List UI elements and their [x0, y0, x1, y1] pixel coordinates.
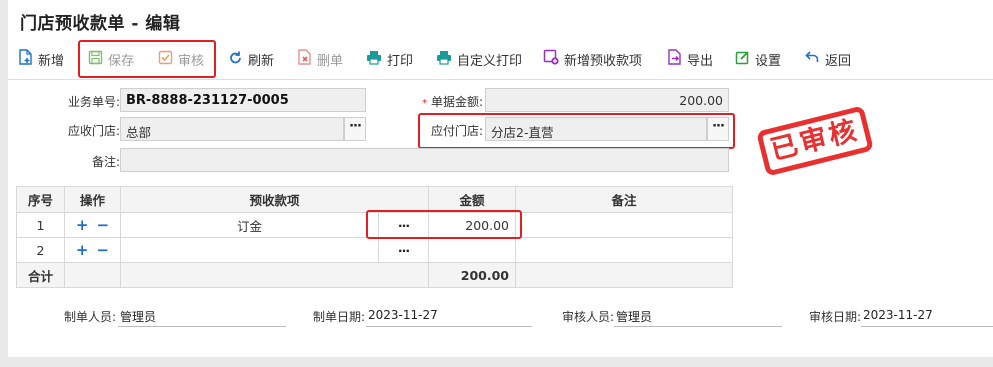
recv-store-field[interactable]: 总部 [120, 117, 344, 141]
add-item-icon [543, 49, 564, 69]
total-blank [120, 262, 429, 288]
refresh-button-label: 刷新 [248, 53, 275, 69]
custom-print-button-label: 自定义打印 [457, 53, 523, 69]
remark-label: 备注: [91, 155, 120, 169]
pay-store-picker-button[interactable]: ··· [707, 117, 729, 141]
prepay-items-table: 序号 操作 预收款项 金额 备注 1 + − 订金 ··· 200.00 2 + −… [16, 186, 733, 288]
col-header-no: 序号 [16, 186, 65, 213]
add-prepay-item-button-label: 新增预收款项 [564, 53, 643, 69]
total-amount: 200.00 [428, 262, 516, 288]
add-button[interactable]: 新增 [18, 48, 64, 70]
recv-store-picker-button[interactable]: ··· [344, 117, 366, 141]
col-header-amount: 金额 [428, 186, 516, 213]
delete-doc-button[interactable]: 删单 [297, 48, 343, 70]
doc-no-field[interactable]: BR-8888-231127-0005 [120, 88, 366, 112]
remark-field[interactable] [120, 148, 729, 172]
export-icon [667, 49, 687, 69]
custom-print-button[interactable]: 自定义打印 [436, 48, 522, 70]
toolbar: 新增 保存 审核 刷新 删单 打印 自定义打印 新增预收款项 导出 设置 返回 [8, 38, 993, 80]
settings-icon [735, 50, 755, 69]
ellipsis-icon: ··· [397, 242, 410, 258]
print-icon [366, 50, 387, 69]
add-doc-icon [18, 49, 38, 69]
delete-doc-icon [297, 49, 317, 69]
table-total-row: 合计 200.00 [16, 262, 733, 288]
save-icon [88, 50, 108, 69]
col-header-op: 操作 [64, 186, 121, 213]
pay-store-label: 应付门店: [430, 124, 483, 138]
remove-row-icon[interactable]: − [97, 241, 110, 259]
delete-doc-button-label: 删单 [317, 53, 344, 69]
audit-icon [158, 50, 178, 69]
back-button-label: 返回 [825, 53, 852, 69]
make-date-field: 2023-11-27 [366, 305, 532, 327]
recv-store-label: 应收门店: [67, 124, 120, 138]
row-amount[interactable]: 200.00 [428, 212, 516, 238]
maker-field: 管理员 [118, 305, 286, 327]
audited-stamp: 已审核 [756, 105, 874, 177]
save-button-label: 保存 [108, 53, 135, 69]
remove-row-icon[interactable]: − [97, 216, 110, 234]
doc-no-label: 业务单号: [67, 95, 120, 109]
save-button[interactable]: 保存 [88, 48, 134, 70]
audit-button[interactable]: 审核 [158, 48, 204, 70]
total-blank [515, 262, 733, 288]
row-item-picker-button[interactable]: ··· [378, 237, 429, 263]
refresh-icon [228, 50, 248, 69]
add-row-icon[interactable]: + [76, 241, 89, 259]
auditor-label: 审核人员: [562, 310, 615, 324]
document-page: 门店预收款单 - 编辑 新增 保存 审核 刷新 删单 打印 自定义打印 新增预收… [8, 0, 993, 357]
row-no: 1 [16, 212, 65, 238]
maker-label: 制单人员: [64, 310, 117, 324]
total-label: 合计 [16, 262, 65, 288]
custom-print-icon [436, 50, 457, 69]
total-blank [64, 262, 121, 288]
add-button-label: 新增 [38, 53, 65, 69]
amount-label: * 单据金额: [413, 93, 483, 110]
table-row: 2 + − ··· [16, 237, 733, 263]
audit-button-label: 审核 [178, 53, 205, 69]
print-button[interactable]: 打印 [366, 48, 413, 70]
audit-date-field: 2023-11-27 [861, 305, 993, 327]
row-remark[interactable] [515, 237, 733, 263]
ellipsis-icon: ··· [397, 217, 410, 233]
table-header-row: 序号 操作 预收款项 金额 备注 [16, 186, 733, 213]
row-item-picker-button[interactable]: ··· [378, 212, 429, 238]
required-mark: * [422, 98, 428, 109]
col-header-item: 预收款项 [120, 186, 429, 213]
row-item[interactable] [120, 237, 379, 263]
row-amount[interactable] [428, 237, 516, 263]
back-icon [805, 50, 825, 68]
audit-date-label: 审核日期: [809, 310, 862, 324]
row-ops: + − [64, 212, 121, 238]
page-title: 门店预收款单 - 编辑 [20, 14, 181, 34]
add-prepay-item-button[interactable]: 新增预收款项 [543, 48, 642, 70]
col-header-remark: 备注 [515, 186, 733, 213]
row-remark[interactable] [515, 212, 733, 238]
table-row: 1 + − 订金 ··· 200.00 [16, 212, 733, 238]
settings-button-label: 设置 [755, 53, 782, 69]
row-no: 2 [16, 237, 65, 263]
back-button[interactable]: 返回 [805, 48, 851, 70]
print-button-label: 打印 [387, 53, 414, 69]
row-ops: + − [64, 237, 121, 263]
settings-button[interactable]: 设置 [735, 48, 781, 70]
make-date-label: 制单日期: [313, 310, 366, 324]
export-button[interactable]: 导出 [667, 48, 713, 70]
amount-field: 200.00 [485, 88, 729, 112]
refresh-button[interactable]: 刷新 [228, 48, 274, 70]
pay-store-field[interactable]: 分店2-直营 [485, 117, 707, 141]
row-item[interactable]: 订金 [120, 212, 379, 238]
export-button-label: 导出 [687, 53, 714, 69]
add-row-icon[interactable]: + [76, 216, 89, 234]
auditor-field: 管理员 [614, 305, 782, 327]
amount-label-text: 单据金额: [430, 95, 483, 109]
